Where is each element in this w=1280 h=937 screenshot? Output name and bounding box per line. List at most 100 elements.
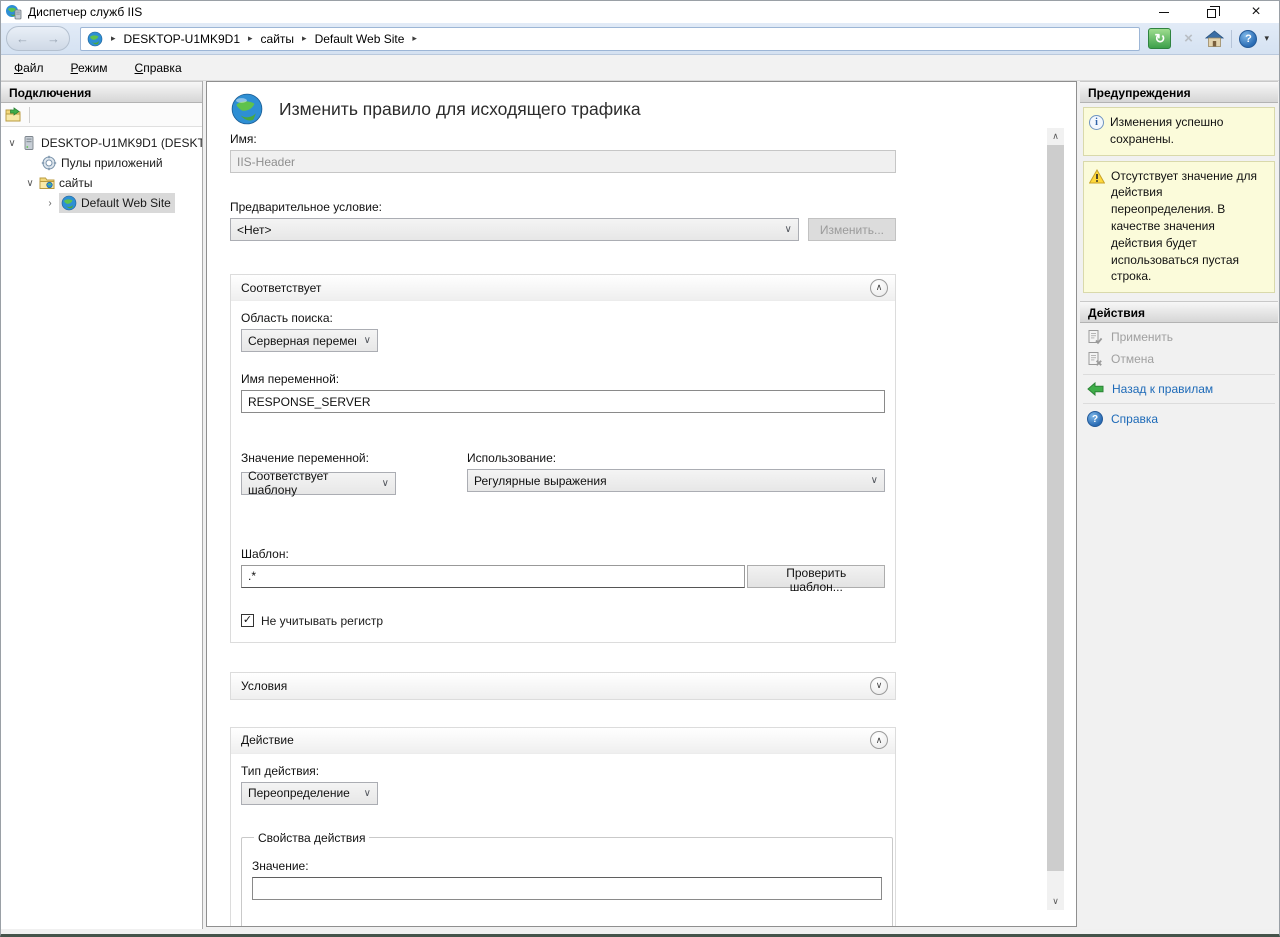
refresh-button[interactable]: ↻ bbox=[1148, 28, 1171, 49]
action-type-select[interactable]: Переопределение ∨ bbox=[241, 782, 378, 805]
match-section-header[interactable]: Соответствует ∧ bbox=[231, 275, 895, 301]
variable-value-select[interactable]: Соответствует шаблону ∨ bbox=[241, 472, 396, 495]
using-value: Регулярные выражения bbox=[474, 474, 607, 488]
server-icon bbox=[21, 135, 37, 151]
breadcrumb-chevron-icon[interactable]: ▸ bbox=[246, 33, 255, 44]
variable-value-label: Значение переменной: bbox=[241, 451, 467, 465]
collapse-section-button[interactable]: ∧ bbox=[870, 279, 888, 297]
name-input[interactable] bbox=[230, 150, 896, 173]
actions-group: Применить Отмена Назад к правилам bbox=[1080, 323, 1278, 430]
address-toolbar: ↻ × ? ▾ bbox=[1148, 28, 1269, 49]
conditions-section: Условия ∨ bbox=[230, 672, 896, 700]
back-to-rules-link[interactable]: Назад к правилам bbox=[1080, 379, 1278, 399]
match-section-body: Область поиска: Серверная переменн ∨ Имя… bbox=[231, 301, 895, 642]
test-pattern-button[interactable]: Проверить шаблон... bbox=[747, 565, 885, 588]
ignore-case-checkbox[interactable]: ✓ bbox=[241, 614, 254, 627]
menu-help[interactable]: Справка bbox=[135, 61, 182, 75]
connections-toolbar bbox=[1, 103, 202, 127]
connections-tree: ∨ DESKTOP-U1MK9D1 (DESKTOP bbox=[1, 127, 202, 213]
value-label: Значение: bbox=[252, 859, 882, 873]
expand-section-button[interactable]: ∨ bbox=[870, 677, 888, 695]
menu-view[interactable]: Режим bbox=[71, 61, 108, 75]
form-header: Изменить правило для исходящего трафика bbox=[230, 92, 896, 126]
minimize-icon bbox=[1159, 12, 1169, 13]
scrollbar-thumb[interactable] bbox=[1047, 145, 1064, 871]
restore-button[interactable] bbox=[1187, 1, 1233, 23]
tree-item-label: Пулы приложений bbox=[61, 156, 163, 170]
forward-button[interactable]: → bbox=[47, 31, 60, 46]
actions-separator bbox=[1083, 374, 1275, 375]
tree-item-app-pools[interactable]: Пулы приложений bbox=[1, 153, 202, 173]
section-title: Действие bbox=[241, 733, 294, 747]
collapse-section-button[interactable]: ∧ bbox=[870, 731, 888, 749]
scrollbar-track[interactable] bbox=[1047, 145, 1064, 893]
help-icon: ? bbox=[1245, 33, 1252, 45]
breadcrumb-chevron-icon[interactable]: ▸ bbox=[410, 33, 419, 44]
tree-item-default-web-site[interactable]: › Default Web Site bbox=[1, 193, 202, 213]
action-properties-legend: Свойства действия bbox=[254, 831, 369, 845]
breadcrumb: ▸ DESKTOP-U1MK9D1 ▸ сайты ▸ Default Web … bbox=[80, 27, 1140, 51]
edit-precondition-button[interactable]: Изменить... bbox=[808, 218, 896, 241]
iis-manager-window: Диспетчер служб IIS × ← → ▸ DESKTOP-U1MK… bbox=[0, 0, 1280, 937]
breadcrumb-item-server[interactable]: DESKTOP-U1MK9D1 bbox=[124, 32, 240, 46]
apply-icon bbox=[1087, 329, 1103, 345]
conditions-section-header[interactable]: Условия ∨ bbox=[231, 673, 895, 699]
using-select[interactable]: Регулярные выражения ∨ bbox=[467, 469, 885, 492]
chevron-up-icon: ∧ bbox=[876, 282, 883, 293]
name-label: Имя: bbox=[230, 132, 896, 146]
precondition-label: Предварительное условие: bbox=[230, 200, 896, 214]
address-bar: ← → ▸ DESKTOP-U1MK9D1 ▸ сайты ▸ Default … bbox=[1, 23, 1279, 55]
scroll-down-button[interactable]: ∨ bbox=[1047, 893, 1064, 910]
minimize-button[interactable] bbox=[1141, 1, 1187, 23]
action-type-label: Тип действия: bbox=[241, 764, 885, 778]
menu-file[interactable]: Файл bbox=[14, 61, 44, 75]
scroll-up-icon: ∧ bbox=[1052, 131, 1059, 142]
globe-icon bbox=[230, 92, 264, 126]
page-title: Изменить правило для исходящего трафика bbox=[279, 99, 641, 120]
home-button[interactable] bbox=[1205, 30, 1224, 48]
alert-text: Отсутствует значение для действия переоп… bbox=[1111, 168, 1268, 286]
pattern-input[interactable] bbox=[241, 565, 745, 588]
variable-name-input[interactable] bbox=[241, 390, 885, 413]
value-input[interactable] bbox=[252, 877, 882, 900]
back-button[interactable]: ← bbox=[16, 31, 29, 46]
breadcrumb-chevron-icon[interactable]: ▸ bbox=[109, 33, 118, 44]
apply-button[interactable]: Применить bbox=[1080, 326, 1278, 348]
precondition-select[interactable]: <Нет> ∨ bbox=[230, 218, 799, 241]
tree-item-sites[interactable]: ∨ сайты bbox=[1, 173, 202, 193]
window-controls: × bbox=[1141, 1, 1279, 23]
cancel-button[interactable]: Отмена bbox=[1080, 348, 1278, 370]
variable-name-label: Имя переменной: bbox=[241, 372, 885, 386]
sites-folder-icon bbox=[39, 175, 55, 191]
chevron-down-icon: ∨ bbox=[382, 478, 389, 489]
chevron-expanded-icon[interactable]: ∨ bbox=[7, 138, 17, 149]
action-section-header[interactable]: Действие ∧ bbox=[231, 728, 895, 754]
help-link[interactable]: ? Справка bbox=[1080, 408, 1278, 430]
breadcrumb-chevron-icon[interactable]: ▸ bbox=[300, 33, 309, 44]
help-dropdown-caret-icon[interactable]: ▾ bbox=[1264, 33, 1269, 44]
breadcrumb-item-sites[interactable]: сайты bbox=[261, 32, 295, 46]
back-arrow-icon bbox=[1087, 382, 1104, 396]
help-glyph: ? bbox=[1092, 414, 1098, 425]
stop-button[interactable]: × bbox=[1178, 29, 1198, 49]
help-button[interactable]: ? bbox=[1239, 30, 1257, 48]
chevron-down-icon: ∨ bbox=[876, 680, 883, 691]
close-button[interactable]: × bbox=[1233, 1, 1279, 23]
connections-panel: Подключения ∨ DESKTOP-U1MK9D1 (DESKTOP bbox=[1, 81, 203, 929]
chevron-collapsed-icon[interactable]: › bbox=[45, 198, 55, 209]
right-panel: Предупреждения i Изменения успешно сохра… bbox=[1080, 81, 1278, 929]
scope-select[interactable]: Серверная переменн ∨ bbox=[241, 329, 378, 352]
warning-icon bbox=[1089, 169, 1105, 184]
precondition-value: <Нет> bbox=[237, 223, 271, 237]
action-label: Применить bbox=[1111, 330, 1173, 344]
breadcrumb-item-default-web-site[interactable]: Default Web Site bbox=[315, 32, 405, 46]
save-connection-button[interactable] bbox=[5, 107, 23, 123]
globe-icon bbox=[87, 31, 103, 47]
scope-value: Серверная переменн bbox=[248, 334, 356, 348]
scroll-down-icon: ∨ bbox=[1052, 896, 1059, 907]
application-pools-icon bbox=[41, 155, 57, 171]
alert-text: Изменения успешно сохранены. bbox=[1110, 114, 1268, 148]
tree-item-server[interactable]: ∨ DESKTOP-U1MK9D1 (DESKTOP bbox=[1, 133, 202, 153]
scroll-up-button[interactable]: ∧ bbox=[1047, 128, 1064, 145]
chevron-expanded-icon[interactable]: ∨ bbox=[25, 178, 35, 189]
